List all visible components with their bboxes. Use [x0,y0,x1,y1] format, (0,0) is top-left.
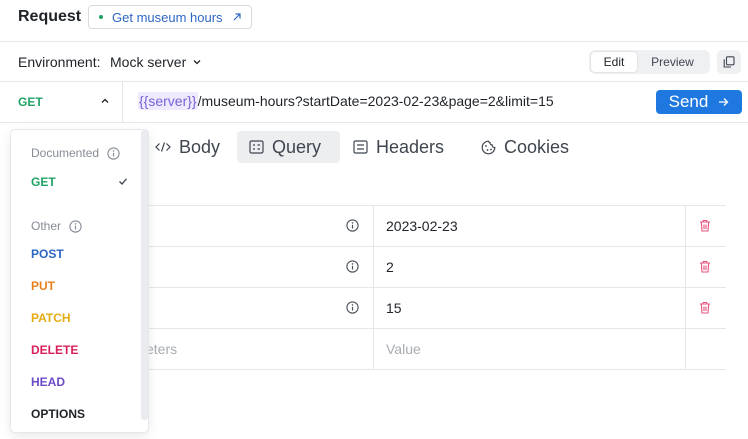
tab-query[interactable]: Query [237,131,340,163]
tab-headers-label: Headers [376,136,445,157]
column-divider [685,205,686,369]
url-server-variable: {{server}} [138,92,198,110]
edit-preview-toggle[interactable]: Edit Preview [589,50,710,74]
environment-select[interactable]: Mock server [110,54,202,70]
table-border [143,205,726,206]
table-border [143,328,726,329]
status-dot [99,15,103,19]
checkmark-icon [118,177,128,186]
operation-link[interactable]: Get museum hours [88,5,252,29]
cookie-icon [481,140,496,155]
info-icon[interactable] [69,219,82,233]
documented-section-header: Documented [31,146,120,160]
method-option-put[interactable]: PUT [31,279,55,293]
table-border [143,246,726,247]
column-divider [373,205,374,369]
header-divider [0,41,748,42]
chevron-up-icon[interactable] [100,96,110,106]
tab-body[interactable]: Body [143,131,227,163]
other-section-header: Other [31,219,82,233]
env-divider [0,81,748,82]
dropdown-scrollbar[interactable] [141,130,148,420]
code-icon [155,141,171,153]
copy-icon [723,56,735,68]
param-key-placeholder[interactable]: eters [146,341,177,357]
copy-button[interactable] [717,50,741,74]
url-input[interactable]: {{server}}/museum-hours?startDate=2023-0… [138,92,554,110]
param-value[interactable]: 15 [386,300,402,316]
tab-cookies-label: Cookies [504,136,570,157]
info-icon[interactable] [346,219,359,232]
method-option-post[interactable]: POST [31,247,64,261]
edit-tab[interactable]: Edit [591,52,637,72]
info-icon[interactable] [346,301,359,314]
method-option-head[interactable]: HEAD [31,375,65,389]
trash-icon[interactable] [699,301,711,314]
param-value[interactable]: 2023-02-23 [386,218,458,234]
method-option-delete[interactable]: DELETE [31,343,78,357]
tab-query-label: Query [272,136,322,157]
chevron-down-icon [192,57,202,67]
method-option-patch[interactable]: PATCH [31,311,71,325]
arrow-right-icon [718,97,729,107]
external-link-icon [232,12,242,22]
page-title: Request [18,8,82,25]
param-value-placeholder[interactable]: Value [386,341,421,357]
trash-icon[interactable] [699,260,711,273]
environment-value: Mock server [110,54,187,70]
send-label: Send [668,92,709,111]
method-option-get[interactable]: GET [31,175,56,189]
query-icon [249,140,264,154]
method-dropdown: Documented GET Other POST PUT PATCH DELE… [11,130,148,432]
list-icon [353,140,368,154]
url-path: /museum-hours?startDate=2023-02-23&page=… [197,93,554,109]
environment-label: Environment: [18,54,101,70]
operation-link-label: Get museum hours [112,9,223,25]
other-label: Other [31,219,62,233]
documented-label: Documented [31,146,100,160]
table-border [143,369,726,370]
method-select[interactable]: GET [18,95,43,109]
tab-cookies[interactable]: Cookies [469,131,581,163]
trash-icon[interactable] [699,219,711,232]
info-icon[interactable] [107,146,120,160]
method-url-divider [122,82,123,122]
tab-headers[interactable]: Headers [341,131,459,163]
param-value[interactable]: 2 [386,259,394,275]
preview-tab[interactable]: Preview [637,52,708,72]
method-option-options[interactable]: OPTIONS [31,407,85,421]
url-divider [0,122,748,123]
table-border [143,287,726,288]
tab-body-label: Body [179,136,221,157]
info-icon[interactable] [346,260,359,273]
send-button[interactable]: Send [656,90,742,114]
